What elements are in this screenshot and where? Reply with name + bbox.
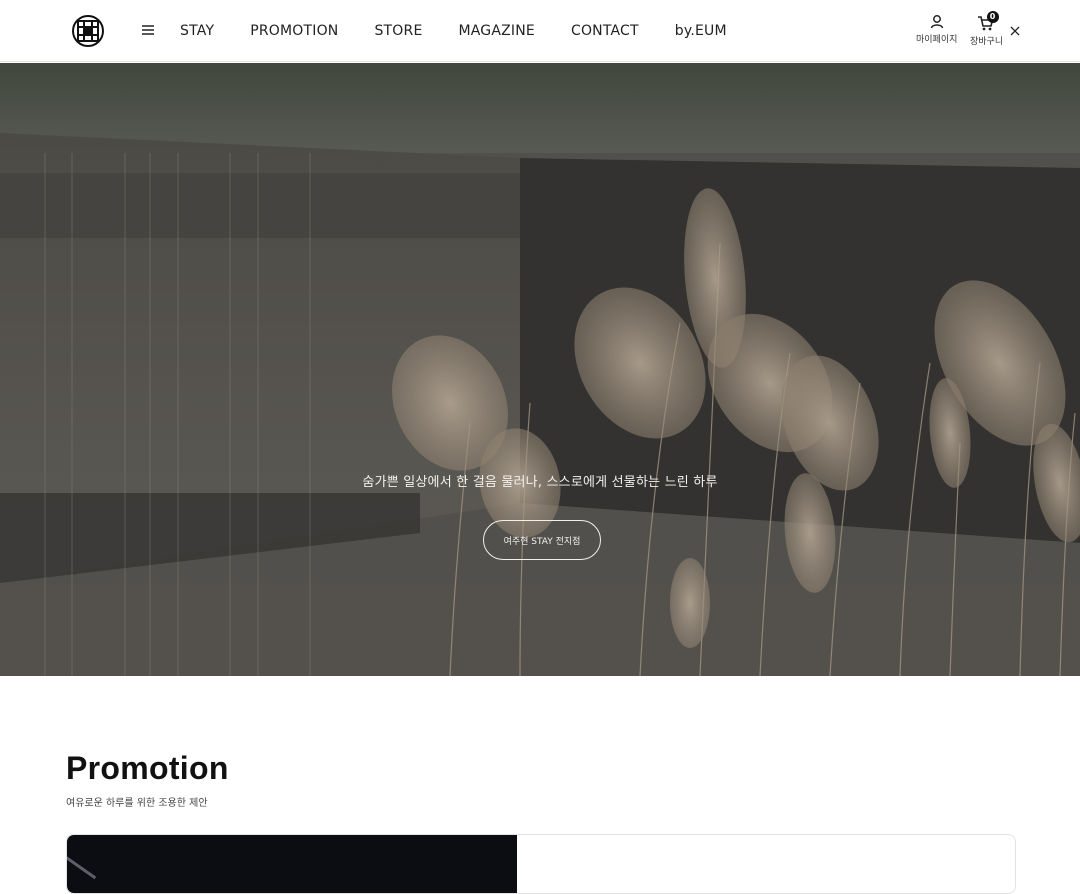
stay-all-locations-button[interactable]: 여주현 STAY 전지점 <box>483 520 601 560</box>
mypage-button[interactable]: 마이페이지 <box>916 14 957 45</box>
image-light-streak <box>67 853 97 880</box>
promotion-card[interactable] <box>66 834 1016 894</box>
hero-tagline: 숨가쁜 일상에서 한 걸음 물러나, 스스로에게 선물하는 느린 하루 <box>362 475 718 490</box>
promotion-card-image <box>67 835 517 893</box>
nav-item-store[interactable]: STORE <box>374 23 422 39</box>
mypage-label: 마이페이지 <box>916 35 958 45</box>
cart-label: 장바구니 <box>970 37 1004 47</box>
cart-count-badge: 0 <box>986 11 999 23</box>
nav-item-magazine[interactable]: MAGAZINE <box>459 23 535 39</box>
promotion-heading: Promotion <box>66 750 229 786</box>
eum-logo-icon[interactable] <box>72 15 104 47</box>
user-icon <box>930 15 943 29</box>
cart-button[interactable]: 0 장바구니 <box>970 11 1004 47</box>
close-icon[interactable] <box>1010 26 1020 36</box>
pampas-grass-image <box>0 63 1080 676</box>
promotion-subtitle: 여유로운 하루를 위한 조용한 제안 <box>66 798 208 809</box>
nav-item-promotion[interactable]: PROMOTION <box>250 23 338 39</box>
nav-item-contact[interactable]: CONTACT <box>571 23 639 39</box>
site-header: STAY PROMOTION STORE MAGAZINE CONTACT by… <box>0 0 1080 62</box>
nav-item-stay[interactable]: STAY <box>180 23 214 39</box>
nav-item-by-eum[interactable]: by.EUM <box>675 23 727 39</box>
hamburger-menu-icon[interactable] <box>140 22 156 38</box>
main-nav: STAY PROMOTION STORE MAGAZINE CONTACT by… <box>180 0 727 62</box>
hero-banner: 숨가쁜 일상에서 한 걸음 물러나, 스스로에게 선물하는 느린 하루 여주현 … <box>0 63 1080 676</box>
